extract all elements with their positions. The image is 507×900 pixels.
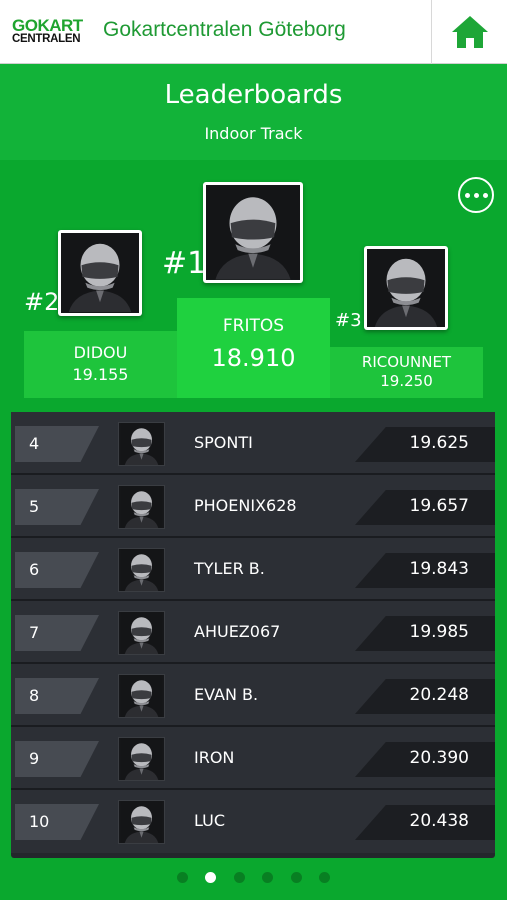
page-dot[interactable] — [262, 872, 273, 883]
helmet-icon — [61, 234, 139, 312]
home-button[interactable] — [431, 0, 507, 64]
row-position: 4 — [15, 426, 99, 462]
page-dot[interactable] — [177, 872, 188, 883]
page-title: Leaderboards — [164, 80, 343, 110]
avatar-third[interactable] — [364, 246, 448, 330]
row-time: 20.438 — [409, 811, 469, 831]
more-options-icon — [464, 192, 470, 198]
page-dot[interactable] — [205, 872, 216, 883]
avatar-first[interactable] — [203, 182, 303, 283]
row-avatar — [118, 422, 165, 466]
helmet-icon — [120, 549, 163, 591]
podium-first-name: FRITOS — [222, 316, 285, 336]
helmet-icon — [206, 185, 300, 280]
row-name: LUC — [194, 811, 225, 830]
rank-second: #2 — [24, 288, 60, 316]
more-options-button[interactable] — [458, 177, 494, 213]
leaderboard-table: 4 SPONTI 19.625 5 PHOENIX628 19.657 6 TY… — [11, 412, 495, 858]
track-subtitle: Indoor Track — [204, 124, 303, 143]
home-icon — [451, 16, 488, 48]
logo-line1: GOKART — [12, 16, 83, 35]
row-time: 19.985 — [409, 622, 469, 642]
header-band — [0, 64, 507, 160]
rank-first: #1 — [162, 246, 207, 281]
avatar-second[interactable] — [58, 230, 142, 316]
row-position: 7 — [15, 615, 99, 651]
podium-second-name: DIDOU — [73, 343, 128, 362]
table-row[interactable]: 5 PHOENIX628 19.657 — [11, 475, 495, 538]
top-bar: GOKART CENTRALEN Gokartcentralen Götebor… — [0, 0, 507, 64]
podium-third-time: 19.250 — [380, 372, 433, 390]
row-time: 19.843 — [409, 559, 469, 579]
helmet-icon — [120, 801, 163, 843]
row-position: 10 — [15, 804, 99, 840]
row-name: PHOENIX628 — [194, 496, 297, 515]
page-indicator — [177, 872, 337, 886]
table-row[interactable]: 4 SPONTI 19.625 — [11, 412, 495, 475]
podium-first[interactable]: FRITOS 18.910 — [177, 298, 330, 398]
page-dot[interactable] — [319, 872, 330, 883]
row-position: 5 — [15, 489, 99, 525]
logo-line2: CENTRALEN — [12, 33, 81, 45]
row-avatar — [118, 611, 165, 655]
row-position: 6 — [15, 552, 99, 588]
helmet-icon — [120, 486, 163, 528]
row-position: 8 — [15, 678, 99, 714]
podium-third-name: RICOUNNET — [361, 353, 452, 371]
app-title: Gokartcentralen Göteborg — [103, 18, 346, 41]
helmet-icon — [120, 423, 163, 465]
podium-first-time: 18.910 — [211, 344, 296, 372]
gokart-logo[interactable]: GOKART CENTRALEN — [12, 16, 90, 46]
table-row[interactable]: 8 EVAN B. 20.248 — [11, 664, 495, 727]
helmet-icon — [120, 612, 163, 654]
row-name: AHUEZ067 — [194, 622, 281, 641]
podium-third[interactable]: RICOUNNET 19.250 — [330, 347, 483, 398]
row-name: TYLER B. — [194, 559, 265, 578]
rank-third: #3 — [335, 310, 362, 331]
row-avatar — [118, 674, 165, 718]
helmet-icon — [367, 249, 445, 327]
table-row[interactable]: 7 AHUEZ067 19.985 — [11, 601, 495, 664]
podium-second[interactable]: DIDOU 19.155 — [24, 331, 177, 398]
row-time: 19.657 — [409, 496, 469, 516]
page-dot[interactable] — [234, 872, 245, 883]
row-avatar — [118, 800, 165, 844]
row-time: 20.390 — [409, 748, 469, 768]
row-avatar — [118, 737, 165, 781]
row-avatar — [118, 485, 165, 529]
table-row[interactable]: 9 IRON 20.390 — [11, 727, 495, 790]
podium-second-time: 19.155 — [72, 365, 129, 384]
row-name: EVAN B. — [194, 685, 259, 704]
row-avatar — [118, 548, 165, 592]
page-dot[interactable] — [291, 872, 302, 883]
row-name: IRON — [194, 748, 235, 767]
table-row[interactable]: 10 LUC 20.438 — [11, 790, 495, 853]
row-time: 19.625 — [409, 433, 469, 453]
row-time: 20.248 — [409, 685, 469, 705]
table-row[interactable]: 6 TYLER B. 19.843 — [11, 538, 495, 601]
helmet-icon — [120, 675, 163, 717]
row-position: 9 — [15, 741, 99, 777]
helmet-icon — [120, 738, 163, 780]
row-name: SPONTI — [194, 433, 253, 452]
